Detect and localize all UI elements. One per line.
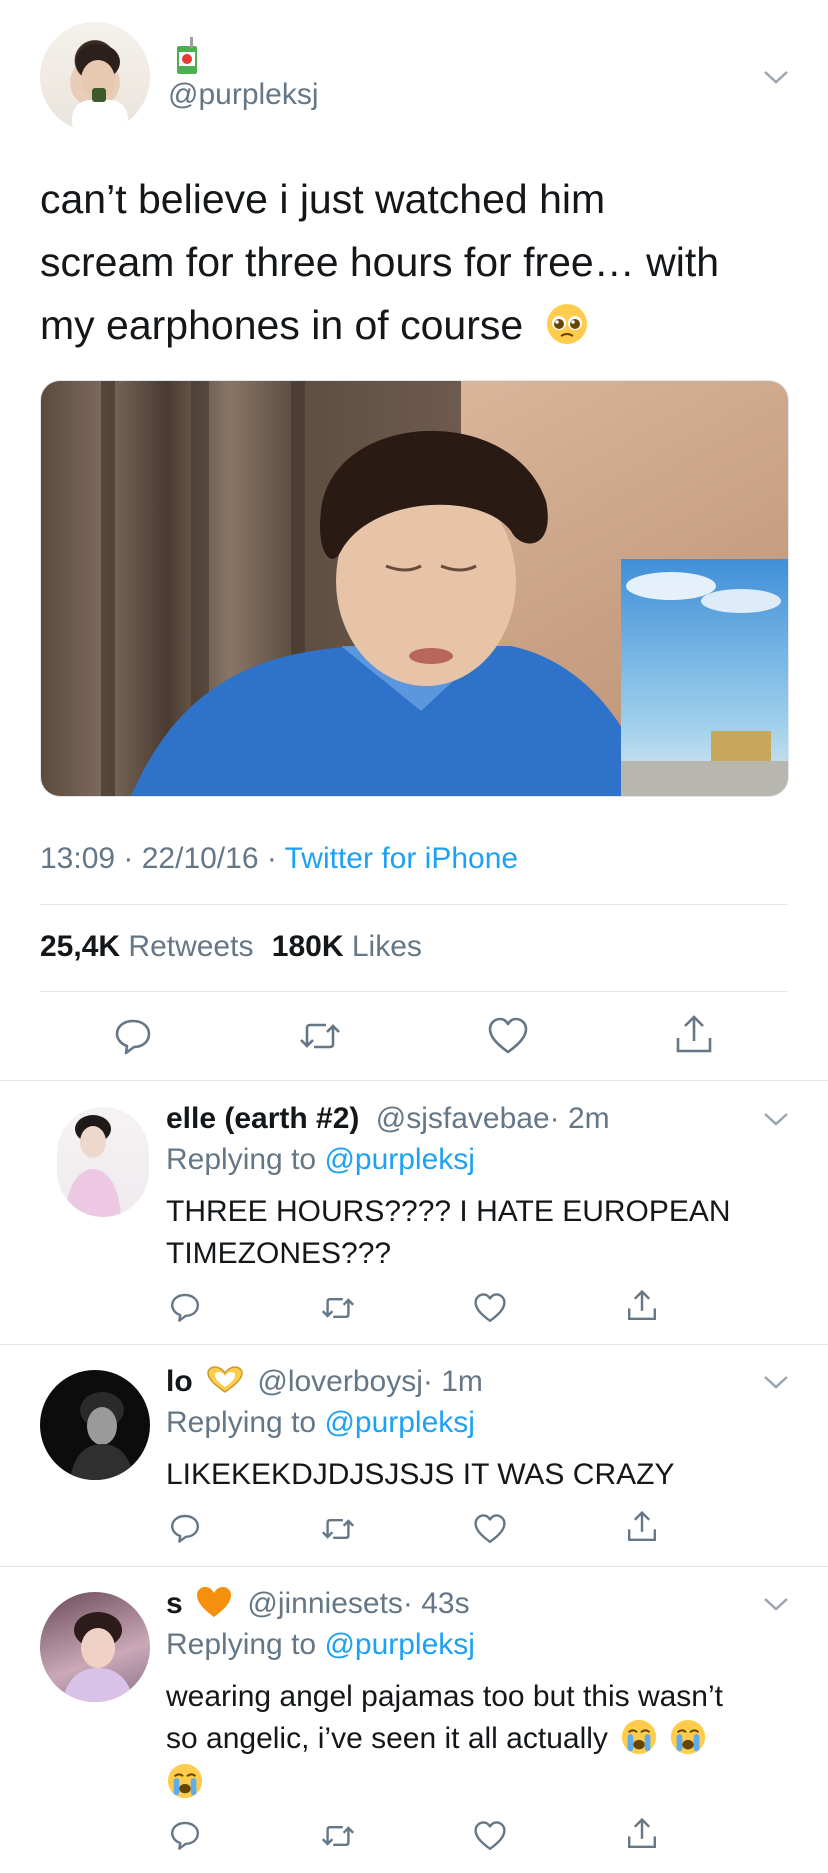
like-icon — [474, 1514, 506, 1543]
crying-face-emoji — [167, 1763, 203, 1799]
reply-icon — [171, 1293, 199, 1322]
reply-avatar[interactable] — [57, 1107, 149, 1217]
divider — [40, 991, 787, 992]
share-icon — [628, 1289, 656, 1320]
chevron-down-icon — [764, 1113, 788, 1126]
reply-header: s @jinniesets· 43s — [166, 1587, 470, 1621]
reply-icon — [171, 1514, 199, 1543]
retweet-icon — [321, 1298, 355, 1318]
retweet-button[interactable] — [320, 1513, 356, 1545]
retweet-icon — [321, 1519, 355, 1539]
chevron-down-icon — [764, 1376, 788, 1389]
pleading-face-emoji — [546, 304, 587, 345]
author-handle[interactable]: @purpleksj — [168, 78, 319, 112]
share-icon — [676, 1015, 712, 1053]
like-icon — [474, 1293, 506, 1322]
retweet-icon — [300, 1023, 340, 1049]
tweet-source-link[interactable]: Twitter for iPhone — [285, 842, 518, 875]
retweet-icon — [321, 1826, 355, 1846]
like-button[interactable] — [473, 1513, 507, 1545]
crying-face-emoji — [622, 1719, 657, 1755]
reply-icon — [171, 1821, 199, 1850]
like-icon — [488, 1017, 528, 1054]
reply-author-handle[interactable]: @sjsfavebae — [376, 1102, 550, 1135]
tweet-text-line: my earphones in of course — [40, 294, 800, 357]
divider — [0, 1344, 828, 1345]
reply-time: · 43s — [402, 1587, 470, 1620]
reply-time: · 2m — [549, 1102, 610, 1135]
replying-to-row: Replying to @purpleksj — [166, 1406, 475, 1439]
juice-box-emoji — [177, 37, 197, 74]
replying-to-link[interactable]: @purpleksj — [324, 1143, 475, 1176]
retweet-button[interactable] — [298, 1016, 342, 1056]
heart-hands-emoji — [207, 1366, 243, 1393]
reply-icon — [115, 1019, 151, 1055]
replying-to-link[interactable]: @purpleksj — [324, 1628, 475, 1661]
reply-options-chevron[interactable] — [762, 1110, 790, 1128]
like-button[interactable] — [473, 1820, 507, 1852]
share-button[interactable] — [674, 1014, 714, 1056]
reply-header: elle (earth #2) @sjsfavebae· 2m — [166, 1102, 610, 1136]
author-name-emoji — [170, 36, 204, 76]
divider — [0, 1566, 828, 1567]
orange-heart-emoji — [197, 1587, 232, 1618]
tweet-timestamp-row: 13:09 · 22/10/16 · Twitter for iPhone — [40, 842, 518, 876]
reply-header: lo @loverboysj· 1m — [166, 1365, 483, 1399]
retweet-button[interactable] — [320, 1820, 356, 1852]
divider — [0, 1080, 828, 1081]
reply-text: wearing angel pajamas too but this wasn’… — [166, 1676, 723, 1802]
replying-to-row: Replying to @purpleksj — [166, 1628, 475, 1661]
reply-author-name[interactable]: lo — [166, 1365, 193, 1398]
reply-text: LIKEKEKDJDJSJSJS IT WAS CRAZY — [166, 1458, 675, 1491]
like-button[interactable] — [487, 1016, 529, 1056]
reply-options-chevron[interactable] — [762, 1373, 790, 1391]
share-icon — [628, 1817, 656, 1848]
like-button[interactable] — [473, 1292, 507, 1324]
reply-button[interactable] — [169, 1819, 201, 1851]
reply-button[interactable] — [113, 1016, 153, 1056]
tweet-text-line: scream for three hours for free… with — [40, 239, 720, 285]
likes-stat[interactable]: 180K Likes — [272, 930, 422, 963]
author-avatar[interactable] — [40, 22, 150, 132]
reply-avatar[interactable] — [40, 1592, 150, 1702]
reply-text: THREE HOURS???? I HATE EUROPEAN TIMEZONE… — [166, 1195, 731, 1270]
share-button[interactable] — [626, 1289, 658, 1323]
reply-button[interactable] — [169, 1291, 201, 1323]
retweets-stat[interactable]: 25,4K Retweets — [40, 930, 253, 963]
divider — [40, 904, 787, 905]
chevron-down-icon — [764, 1598, 788, 1611]
share-icon — [628, 1510, 656, 1541]
tweet-timestamp: 13:09 · 22/10/16 · — [40, 842, 285, 875]
share-button[interactable] — [626, 1510, 658, 1544]
crying-face-emoji — [670, 1719, 705, 1755]
tweet-text-line: can’t believe i just watched him — [40, 176, 606, 222]
replying-to-link[interactable]: @purpleksj — [324, 1406, 475, 1439]
chevron-down-icon — [764, 71, 788, 84]
reply-text-line — [166, 1760, 723, 1802]
reply-author-handle[interactable]: @jinniesets — [247, 1587, 403, 1620]
reply-options-chevron[interactable] — [762, 1595, 790, 1613]
retweet-button[interactable] — [320, 1292, 356, 1324]
tweet-media-image[interactable] — [40, 380, 789, 797]
tweet-text: can’t believe i just watched him scream … — [40, 168, 800, 357]
like-icon — [474, 1821, 506, 1850]
replying-to-row: Replying to @purpleksj — [166, 1143, 475, 1176]
share-button[interactable] — [626, 1817, 658, 1851]
reply-avatar[interactable] — [40, 1370, 150, 1480]
tweet-options-chevron[interactable] — [762, 68, 790, 86]
reply-text-line: so angelic, i’ve seen it all actually — [166, 1718, 723, 1760]
reply-author-name[interactable]: s — [166, 1587, 183, 1620]
reply-author-handle[interactable]: @loverboysj — [257, 1365, 423, 1398]
reply-button[interactable] — [169, 1512, 201, 1544]
tweet-stats-row: 25,4K Retweets 180K Likes — [40, 930, 422, 964]
reply-author-name[interactable]: elle (earth #2) — [166, 1102, 359, 1135]
reply-time: · 1m — [422, 1365, 483, 1398]
